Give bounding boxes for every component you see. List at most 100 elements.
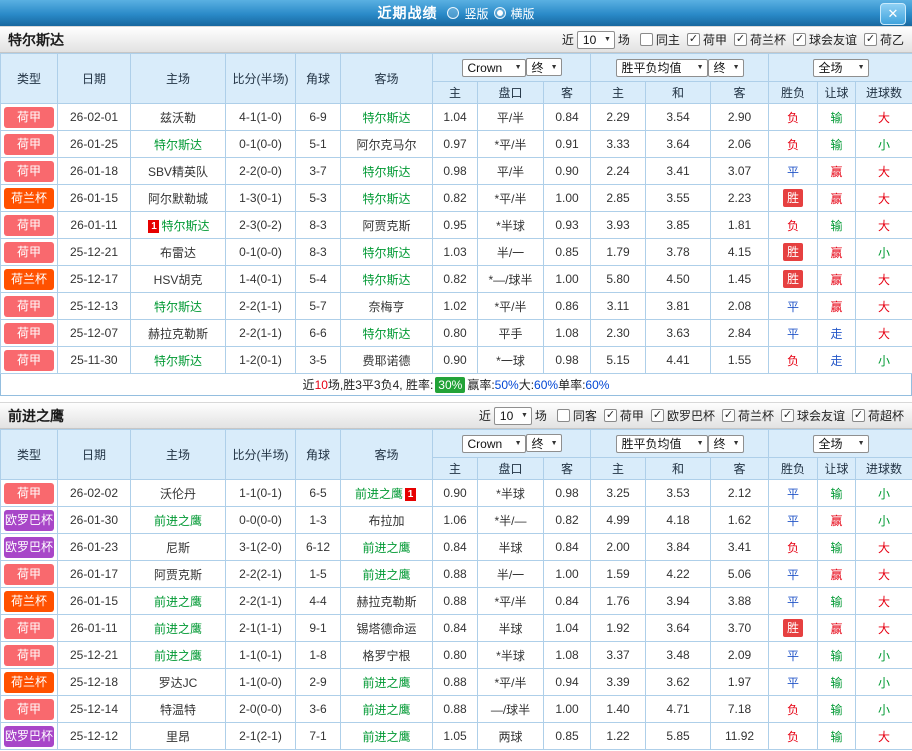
league-badge: 荷兰杯 (4, 591, 54, 612)
horizontal-layout-radio[interactable] (494, 7, 506, 19)
checkbox-checked[interactable] (781, 409, 794, 422)
handicap-home-odds: 0.97 (433, 131, 478, 158)
match-row: 荷甲26-01-18SBV精英队2-2(0-0)3-7特尔斯达0.98平/半0.… (1, 158, 912, 185)
goals-result-cell: 小 (856, 239, 912, 266)
checkbox-checked[interactable] (734, 33, 747, 46)
avg-odds-select-value: 胜平负均值 (622, 435, 682, 452)
match-score: 2-1(2-1) (226, 723, 296, 750)
filter-荷超杯[interactable]: 荷超杯 (852, 407, 904, 424)
scope-select[interactable]: 全场▼ (813, 435, 869, 453)
section-header-bar: 前进之鹰近10▼场同客荷甲欧罗巴杯荷兰杯球会友谊荷超杯 (0, 402, 912, 429)
scope-select[interactable]: 全场▼ (813, 59, 869, 77)
filter-荷甲[interactable]: 荷甲 (687, 31, 727, 48)
filter-荷兰杯[interactable]: 荷兰杯 (734, 31, 786, 48)
avg-draw-odds: 4.22 (646, 561, 711, 588)
away-team-cell: 特尔斯达 (341, 104, 433, 131)
dropdown-caret-icon: ▼ (858, 440, 865, 447)
match-score: 2-0(0-0) (226, 696, 296, 723)
checkbox-checked[interactable] (651, 409, 664, 422)
summary-segment: 10 (315, 378, 328, 392)
league-badge: 荷甲 (4, 323, 54, 344)
league-cell: 荷甲 (1, 561, 58, 588)
filter-label: 同客 (573, 407, 597, 424)
home-team-cell: 阿尔默勒城 (131, 185, 226, 212)
filter-球会友谊[interactable]: 球会友谊 (781, 407, 845, 424)
match-score: 2-2(1-1) (226, 320, 296, 347)
match-count-value: 10 (500, 409, 513, 423)
match-date: 26-01-15 (58, 185, 131, 212)
match-count-select[interactable]: 10▼ (577, 31, 615, 49)
summary-segment: 30% (435, 377, 465, 393)
horizontal-layout-label[interactable]: 横版 (511, 5, 535, 22)
match-score: 2-2(2-1) (226, 561, 296, 588)
vertical-layout-label[interactable]: 竖版 (464, 5, 488, 22)
goals-result: 小 (878, 354, 890, 368)
handicap-result: 输 (831, 541, 843, 555)
layout-radio-group: 竖版 横版 (447, 5, 534, 22)
checkbox-checked[interactable] (852, 409, 865, 422)
match-date: 26-01-18 (58, 158, 131, 185)
handicap-result-cell: 赢 (818, 239, 856, 266)
checkbox-checked[interactable] (604, 409, 617, 422)
avg-odds-select[interactable]: 胜平负均值▼ (616, 59, 708, 77)
checkbox-unchecked[interactable] (557, 409, 570, 422)
near-label: 近 (562, 31, 574, 48)
home-team-cell: 布雷达 (131, 239, 226, 266)
filter-荷甲[interactable]: 荷甲 (604, 407, 644, 424)
checkbox-unchecked[interactable] (640, 33, 653, 46)
filter-荷兰杯[interactable]: 荷兰杯 (722, 407, 774, 424)
home-team-name: 兹沃勒 (160, 111, 196, 125)
goals-result-cell: 小 (856, 480, 912, 507)
goals-result-cell: 小 (856, 642, 912, 669)
avg-away-odds: 2.84 (711, 320, 769, 347)
handicap-result: 输 (831, 219, 843, 233)
handicap-result: 赢 (831, 622, 843, 636)
checkbox-checked[interactable] (687, 33, 700, 46)
checkbox-checked[interactable] (722, 409, 735, 422)
close-button[interactable]: ✕ (880, 3, 906, 25)
filter-欧罗巴杯[interactable]: 欧罗巴杯 (651, 407, 715, 424)
match-date: 26-01-25 (58, 131, 131, 158)
filter-同主[interactable]: 同主 (640, 31, 680, 48)
checkbox-checked[interactable] (793, 33, 806, 46)
handicap-home-odds: 1.05 (433, 723, 478, 750)
company-final-select[interactable]: 终▼ (526, 58, 562, 76)
sub-column-header: 主 (591, 82, 646, 104)
match-result-cell: 负 (769, 212, 818, 239)
match-result: 平 (787, 487, 799, 501)
home-team-name: 特温特 (160, 703, 196, 717)
filter-同客[interactable]: 同客 (557, 407, 597, 424)
match-count-select[interactable]: 10▼ (494, 407, 532, 425)
goals-result: 小 (878, 246, 890, 260)
match-date: 26-01-17 (58, 561, 131, 588)
avg-away-odds: 2.12 (711, 480, 769, 507)
avg-draw-odds: 3.64 (646, 615, 711, 642)
filter-球会友谊[interactable]: 球会友谊 (793, 31, 857, 48)
goals-result: 大 (878, 192, 890, 206)
league-badge: 欧罗巴杯 (4, 537, 54, 558)
away-team-name: 费耶诺德 (362, 354, 410, 368)
away-team-name: 特尔斯达 (362, 111, 410, 125)
goals-result-cell: 大 (856, 723, 912, 750)
avg-final-select[interactable]: 终▼ (708, 435, 744, 453)
filter-荷乙[interactable]: 荷乙 (864, 31, 904, 48)
match-row: 荷甲26-01-25特尔斯达0-1(0-0)5-1阿尔克马尔0.97*平/半0.… (1, 131, 912, 158)
corner-count: 5-3 (296, 185, 341, 212)
avg-home-odds: 2.29 (591, 104, 646, 131)
vertical-layout-radio[interactable] (447, 7, 459, 19)
handicap-away-odds: 0.93 (544, 212, 591, 239)
avg-final-select[interactable]: 终▼ (708, 59, 744, 77)
away-team-name: 特尔斯达 (362, 165, 410, 179)
league-badge: 荷甲 (4, 483, 54, 504)
handicap-away-odds: 0.84 (544, 588, 591, 615)
match-date: 26-01-15 (58, 588, 131, 615)
avg-odds-select[interactable]: 胜平负均值▼ (616, 435, 708, 453)
avg-away-odds: 3.07 (711, 158, 769, 185)
home-team-cell: 特温特 (131, 696, 226, 723)
odds-company-select[interactable]: Crown▼ (462, 59, 526, 77)
handicap-line: 半/一 (478, 561, 544, 588)
company-final-select[interactable]: 终▼ (526, 434, 562, 452)
handicap-line: *半/— (478, 507, 544, 534)
odds-company-select[interactable]: Crown▼ (462, 435, 526, 453)
checkbox-checked[interactable] (864, 33, 877, 46)
